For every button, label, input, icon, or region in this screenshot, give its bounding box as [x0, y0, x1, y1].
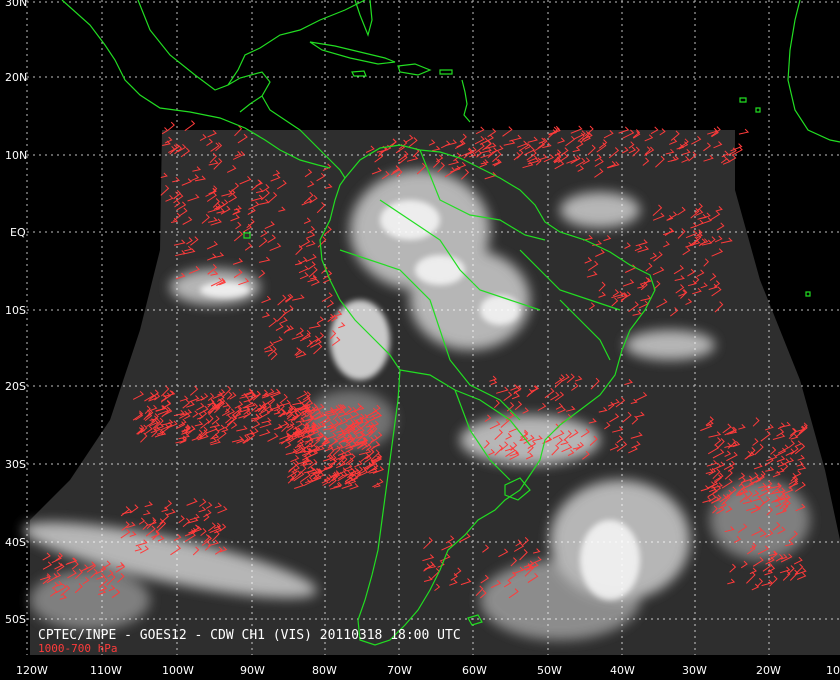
lon-label-10: 10 [826, 664, 840, 677]
lat-label-50s: 50S [5, 613, 26, 626]
lat-label-10n: 10N [5, 149, 27, 162]
lon-label-90w: 90W [240, 664, 265, 677]
lon-label-60w: 60W [462, 664, 487, 677]
lon-label-100w: 100W [162, 664, 194, 677]
lon-label-20w: 20W [756, 664, 781, 677]
lon-label-110w: 110W [90, 664, 122, 677]
lon-label-50w: 50W [537, 664, 562, 677]
lon-label-80w: 80W [312, 664, 337, 677]
lat-label-eq: EQ [10, 226, 26, 239]
puerto-rico [439, 69, 453, 75]
africa-coast [787, 0, 840, 143]
hispaniola [397, 63, 432, 76]
lat-label-40s: 40S [5, 536, 26, 549]
lat-label-20s: 20S [5, 380, 26, 393]
lat-label-10s: 10S [5, 304, 26, 317]
yucatan [227, 71, 271, 113]
wind-barb [167, 121, 175, 131]
florida [354, 0, 373, 37]
latitude-labels: 30N 20N 10N EQ 10S 20S 30S 40S 50S [5, 0, 27, 626]
cape-verde [739, 97, 761, 113]
wind-barb [738, 128, 750, 135]
lon-label-120w: 120W [16, 664, 48, 677]
lat-label-30n: 30N [5, 0, 27, 9]
image-caption-title: CPTEC/INPE - GOES12 - CDW CH1 (VIS) 2011… [38, 628, 461, 643]
longitude-labels: 120W 110W 100W 90W 80W 70W 60W 50W 40W 3… [16, 664, 840, 677]
lat-label-30s: 30S [5, 458, 26, 471]
jamaica [351, 70, 367, 77]
lon-label-40w: 40W [610, 664, 635, 677]
lon-label-70w: 70W [387, 664, 412, 677]
lat-label-20n: 20N [5, 71, 27, 84]
lesser-antilles [461, 79, 471, 123]
lon-label-30w: 30W [682, 664, 707, 677]
satellite-map: 30N 20N 10N EQ 10S 20S 30S 40S 50S 120W … [5, 0, 840, 677]
cuba [309, 41, 396, 65]
image-caption-level: 1000-700 hPa [38, 642, 117, 655]
wind-barb [184, 120, 196, 132]
